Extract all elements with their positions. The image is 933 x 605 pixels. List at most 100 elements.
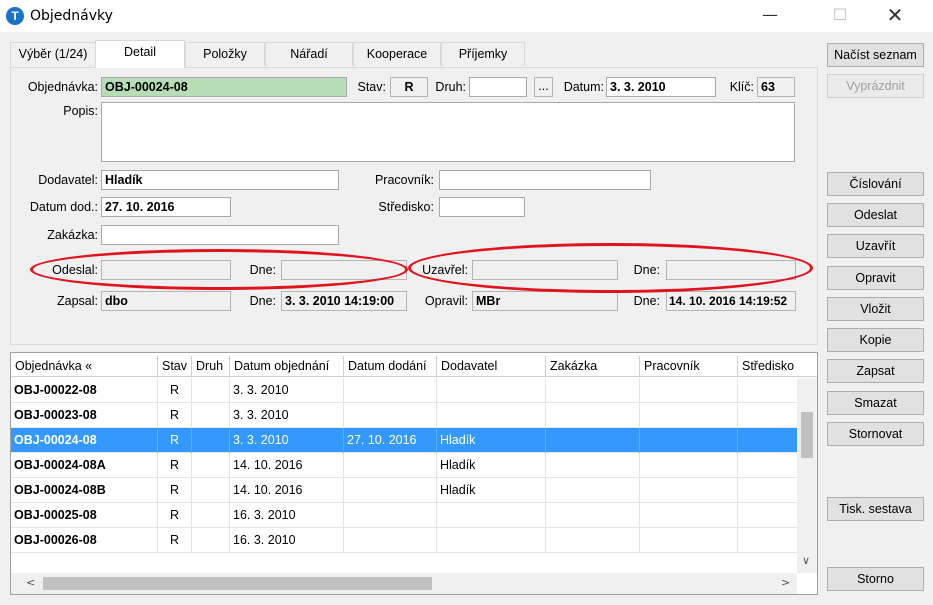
zapsat-button[interactable]: Zapsat [827,359,924,383]
col-stav-cell: R [158,503,192,528]
col-druh-cell [192,403,230,428]
nacist-seznam-button[interactable]: Načíst seznam [827,43,924,67]
vertical-scrollbar[interactable]: ∨ [797,378,817,573]
storno-button[interactable]: Storno [827,567,924,591]
opravil-dne-field[interactable]: 14. 10. 2016 14:19:52 [666,291,796,311]
tab-vyber[interactable]: Výběr (1/24) [10,42,96,66]
maximize-button[interactable]: ☐ [817,0,863,32]
tab-kooperace[interactable]: Kooperace [353,42,441,66]
dodavatel-field[interactable]: Hladík [101,170,339,190]
uzavrel-field[interactable] [472,260,618,280]
col-dodavatel-header[interactable]: Dodavatel [437,356,546,376]
horizontal-scroll-thumb[interactable] [43,577,432,590]
zapsal-field[interactable]: dbo [101,291,231,311]
vlozit-button[interactable]: Vložit [827,297,924,321]
col-druh-cell [192,503,230,528]
datum-dodani-label: Datum dod.: [29,200,98,214]
col-objednavka-header[interactable]: Objednávka « [11,356,158,376]
klic-field[interactable]: 63 [757,77,795,97]
col-zakazka-header[interactable]: Zakázka [546,356,640,376]
col-stav-cell: R [158,478,192,503]
col-datum-dodani-header[interactable]: Datum dodání [344,356,437,376]
datum-dodani-field[interactable]: 27. 10. 2016 [101,197,231,217]
uzavrel-dne-field[interactable] [666,260,796,280]
orders-grid[interactable]: Objednávka «Stav Druh Datum objednání Datum… [10,352,818,595]
druh-browse-button[interactable]: ... [534,77,553,97]
scroll-right-arrow-icon[interactable]: > [781,576,790,589]
odeslat-button[interactable]: Odeslat [827,203,924,227]
tab-polozky[interactable]: Položky [185,42,265,66]
zakazka-field[interactable] [101,225,339,245]
popis-textarea[interactable] [101,102,795,162]
col-pracovnik-cell [640,428,738,453]
col-datum-dodani-cell [344,453,437,478]
klic-label: Klíč: [729,80,754,94]
table-row[interactable]: OBJ-00022-08 R 3. 3. 2010 [11,378,797,403]
scroll-down-arrow-icon[interactable]: ∨ [802,554,810,567]
smazat-button[interactable]: Smazat [827,391,924,415]
col-datum-objednani-cell: 3. 3. 2010 [230,378,344,403]
cislovani-button[interactable]: Číslování [827,172,924,196]
odeslal-field[interactable] [101,260,231,280]
col-datum-objednani-cell: 3. 3. 2010 [230,403,344,428]
col-dodavatel-cell: Hladík [437,478,546,503]
tab-prijemky[interactable]: Příjemky [441,42,525,66]
minimize-button[interactable]: — [747,0,793,32]
table-row[interactable]: OBJ-00025-08 R 16. 3. 2010 [11,503,797,528]
col-datum-objednani-cell: 14. 10. 2016 [230,478,344,503]
odeslal-dne-label: Dne: [249,263,276,277]
tisk-sestava-button[interactable]: Tisk. sestava [827,497,924,521]
col-stav-header[interactable]: Stav [158,356,192,376]
stornovat-button[interactable]: Stornovat [827,422,924,446]
col-pracovnik-cell [640,378,738,403]
col-stredisko-cell [738,503,797,528]
datum-field[interactable]: 3. 3. 2010 [606,77,716,97]
vertical-scroll-thumb[interactable] [801,412,813,458]
objednavka-field[interactable]: OBJ-00024-08 [101,77,347,97]
col-objednavka-cell: OBJ-00023-08 [11,403,158,428]
kopie-button[interactable]: Kopie [827,328,924,352]
opravil-field[interactable]: MBr [472,291,618,311]
scroll-left-arrow-icon[interactable]: < [26,576,35,589]
col-pracovnik-cell [640,528,738,553]
stredisko-field[interactable] [439,197,525,217]
table-row[interactable]: OBJ-00026-08 R 16. 3. 2010 [11,528,797,553]
table-row[interactable]: OBJ-00023-08 R 3. 3. 2010 [11,403,797,428]
window-title: Objednávky [30,8,113,24]
col-druh-header[interactable]: Druh [192,356,230,376]
col-objednavka-cell: OBJ-00026-08 [11,528,158,553]
col-pracovnik-cell [640,403,738,428]
col-stav-cell: R [158,528,192,553]
tab-naradi[interactable]: Nářadí [265,42,353,66]
col-datum-objednani-header[interactable]: Datum objednání [230,356,344,376]
col-stredisko-header[interactable]: Středisko [738,356,817,376]
col-stav-cell: R [158,428,192,453]
vyprazdnit-button[interactable]: Vyprázdnit [827,74,924,98]
col-datum-dodani-cell [344,478,437,503]
stav-field[interactable]: R [390,77,428,97]
tab-detail[interactable]: Detail [95,40,185,68]
odeslal-dne-field[interactable] [281,260,407,280]
horizontal-scrollbar[interactable]: < > [11,573,797,594]
table-row[interactable]: OBJ-00024-08A R 14. 10. 2016 Hladík [11,453,797,478]
opravit-button[interactable]: Opravit [827,266,924,290]
zapsal-dne-field[interactable]: 3. 3. 2010 14:19:00 [281,291,407,311]
close-button[interactable]: ✕ [872,0,918,32]
pracovnik-field[interactable] [439,170,651,190]
title-bar: T Objednávky — ☐ ✕ [0,0,933,32]
col-stredisko-cell [738,428,797,453]
objednavka-label: Objednávka: [27,80,98,94]
table-row[interactable]: OBJ-00024-08B R 14. 10. 2016 Hladík [11,478,797,503]
uzavrit-button[interactable]: Uzavřít [827,234,924,258]
druh-label: Druh: [435,80,466,94]
druh-field[interactable] [469,77,527,97]
pracovnik-label: Pracovník: [374,173,434,187]
col-objednavka-cell: OBJ-00024-08B [11,478,158,503]
table-row[interactable]: OBJ-00024-08 R 3. 3. 2010 27. 10. 2016 Hladí… [11,428,797,453]
col-druh-cell [192,453,230,478]
col-datum-objednani-cell: 14. 10. 2016 [230,453,344,478]
col-pracovnik-header[interactable]: Pracovník [640,356,738,376]
col-pracovnik-cell [640,478,738,503]
col-stredisko-cell [738,378,797,403]
app-logo-icon: T [6,7,24,25]
